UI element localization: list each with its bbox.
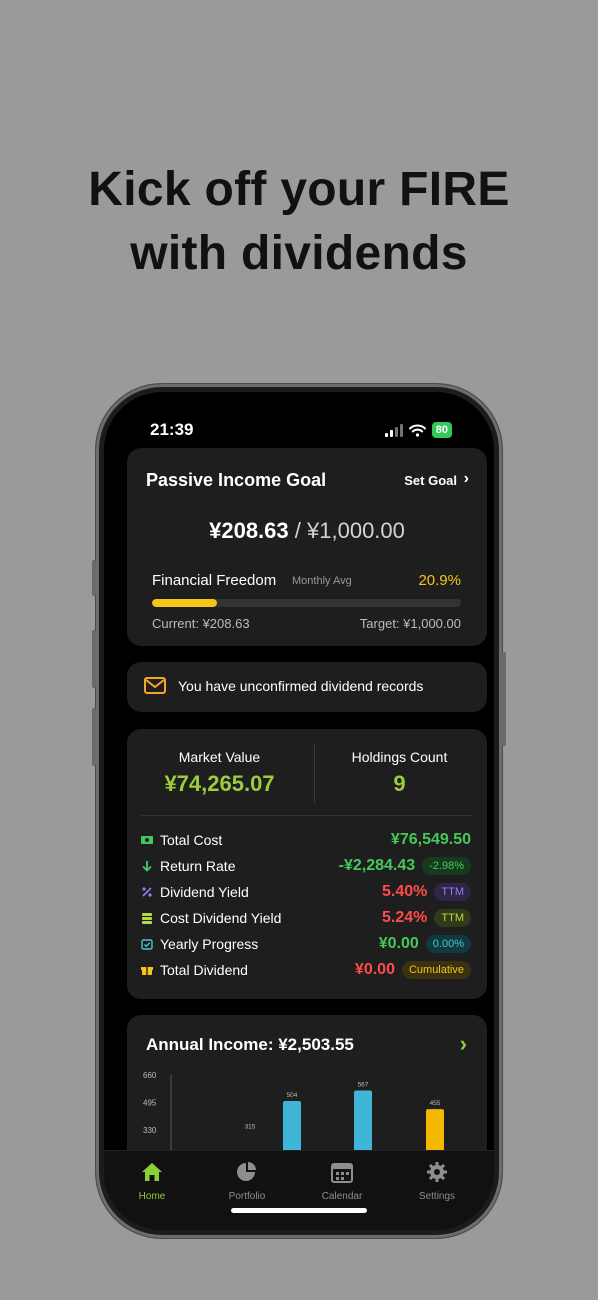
coins-icon [142,913,152,924]
arrow-down-icon [142,861,152,872]
calendar-check-icon [141,939,153,950]
gear-icon [427,1162,447,1182]
wifi-icon [408,424,426,437]
tab-label: Calendar [321,1191,363,1202]
metric-tag: TTM [434,909,471,927]
phone-action-button [92,560,96,596]
current-text: Current: ¥208.63 [152,616,250,631]
tab-label: Home [138,1191,166,1202]
phone-power-button [502,652,506,746]
goal-separator: / [294,518,301,543]
chevron-right-icon[interactable]: › [460,1031,467,1057]
calendar-icon [331,1163,353,1183]
app-screen: 21:39 80 Passive Income Goal Set Goal › … [104,392,494,1230]
home-icon [142,1163,162,1181]
metric-value: 5.24% [382,909,428,926]
metric-dividend-yield: Dividend Yield 5.40% TTM [141,883,471,905]
market-value-label: Market Value [178,749,261,765]
summary-divider-horizontal [141,815,473,816]
phone-volume-down-button [92,708,96,766]
monthly-avg-label: Monthly Avg [292,575,352,587]
metric-total-dividend: Total Dividend ¥0.00 Cumulative [141,961,471,983]
target-text: Target: ¥1,000.00 [359,616,461,631]
portfolio-summary-card: Market Value ¥74,265.07 Holdings Count 9… [127,729,487,999]
unconfirmed-records-banner[interactable]: You have unconfirmed dividend records [127,662,487,712]
y-tick-label: 660 [143,1071,157,1080]
tab-calendar[interactable]: Calendar [307,1161,377,1202]
goal-card-title: Passive Income Goal [146,470,327,490]
goal-current-amount: ¥208.63 [209,518,289,543]
metric-name: Return Rate [160,858,236,874]
metric-yearly-progress: Yearly Progress ¥0.00 0.00% [141,935,471,957]
gift-icon [141,967,153,975]
progress-percent: 20.9% [418,572,461,589]
home-indicator [231,1208,367,1213]
metric-name: Total Dividend [160,962,248,978]
tab-settings[interactable]: Settings [402,1161,472,1202]
metric-return-rate: Return Rate -¥2,284.43 -2.98% [141,857,471,879]
status-bar: 21:39 80 [104,414,494,440]
phone-frame: 21:39 80 Passive Income Goal Set Goal › … [92,384,506,1238]
tab-bar: Home Portfolio Calendar Settings [104,1150,494,1230]
holdings-count-label: Holdings Count [351,749,448,765]
cellular-icon [384,423,403,437]
set-goal-button[interactable]: Set Goal [404,473,457,488]
y-tick-label: 330 [143,1126,157,1135]
tab-home[interactable]: Home [117,1161,187,1202]
tab-label: Settings [418,1191,456,1202]
passive-income-goal-card: Passive Income Goal Set Goal › ¥208.63 /… [127,448,487,646]
metric-value: ¥76,549.50 [390,831,471,848]
bar-value-label: 455 [430,1100,441,1107]
y-tick-label: 495 [143,1099,157,1108]
metric-value: 5.40% [382,883,428,900]
metric-name: Dividend Yield [160,884,249,900]
holdings-count: 9 [393,771,406,796]
metric-name: Yearly Progress [160,936,259,952]
market-value: ¥74,265.07 [164,771,275,796]
financial-freedom-label: Financial Freedom [152,572,277,589]
headline-line-2: with dividends [130,227,468,280]
metric-total-cost: Total Cost ¥76,549.50 [141,831,471,853]
annual-income-title: Annual Income: ¥2,503.55 [146,1035,354,1054]
status-time: 21:39 [150,420,194,439]
metric-name: Cost Dividend Yield [160,910,282,926]
metric-value: -¥2,284.43 [338,857,416,874]
promo-headline: Kick off your FIRE with dividends [0,158,598,286]
bar-value-label: 315 [245,1124,256,1131]
annual-income-chart: 660 495 330 315 504 567 455 [143,1071,444,1161]
metric-value: ¥0.00 [378,935,419,952]
chevron-right-icon[interactable]: › [464,470,469,488]
phone-volume-up-button [92,630,96,688]
percent-icon [142,887,152,897]
metric-name: Total Cost [160,832,223,848]
tab-label: Portfolio [228,1191,266,1202]
metric-tag: Cumulative [401,961,471,979]
metric-tag: -2.98% [422,857,471,875]
bar-value-label: 567 [358,1082,369,1089]
metric-cost-dividend-yield: Cost Dividend Yield 5.24% TTM [141,909,471,931]
metric-tag: TTM [434,883,471,901]
pie-chart-icon [237,1162,256,1181]
goal-target-amount: ¥1,000.00 [307,518,405,543]
metric-value: ¥0.00 [354,961,395,978]
goal-progress-fill [152,599,217,607]
tab-portfolio[interactable]: Portfolio [212,1161,282,1202]
headline-line-1: Kick off your FIRE [88,163,510,216]
bar-value-label: 504 [287,1092,298,1099]
cash-icon [141,836,153,844]
battery-indicator: 80 [431,422,452,438]
metric-tag: 0.00% [425,935,471,953]
mail-icon [144,677,166,694]
goal-progress-bar [152,599,461,607]
notice-text: You have unconfirmed dividend records [178,678,424,694]
goal-amounts: ¥208.63 / ¥1,000.00 [127,518,487,544]
